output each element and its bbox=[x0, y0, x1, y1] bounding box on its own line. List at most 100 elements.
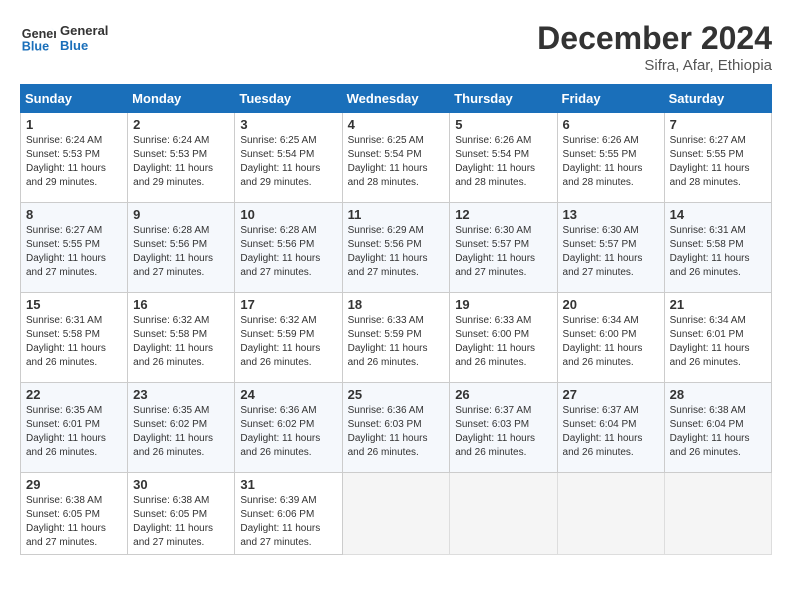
cell-content: Sunrise: 6:32 AM Sunset: 5:59 PM Dayligh… bbox=[240, 314, 336, 370]
calendar-cell: 15 Sunrise: 6:31 AM Sunset: 5:58 PM Dayl… bbox=[21, 293, 128, 383]
calendar-header-row: SundayMondayTuesdayWednesdayThursdayFrid… bbox=[21, 85, 772, 113]
day-number: 20 bbox=[563, 297, 659, 312]
day-number: 23 bbox=[133, 387, 229, 402]
calendar-week-row: 29 Sunrise: 6:38 AM Sunset: 6:05 PM Dayl… bbox=[21, 473, 772, 555]
cell-content: Sunrise: 6:38 AM Sunset: 6:05 PM Dayligh… bbox=[133, 494, 229, 550]
cell-content: Sunrise: 6:31 AM Sunset: 5:58 PM Dayligh… bbox=[670, 224, 766, 280]
calendar-cell: 6 Sunrise: 6:26 AM Sunset: 5:55 PM Dayli… bbox=[557, 113, 664, 203]
calendar-cell: 19 Sunrise: 6:33 AM Sunset: 6:00 PM Dayl… bbox=[450, 293, 557, 383]
day-number: 3 bbox=[240, 117, 336, 132]
cell-content: Sunrise: 6:37 AM Sunset: 6:03 PM Dayligh… bbox=[455, 404, 551, 460]
cell-content: Sunrise: 6:31 AM Sunset: 5:58 PM Dayligh… bbox=[26, 314, 122, 370]
calendar-cell: 4 Sunrise: 6:25 AM Sunset: 5:54 PM Dayli… bbox=[342, 113, 450, 203]
day-number: 12 bbox=[455, 207, 551, 222]
calendar-cell: 29 Sunrise: 6:38 AM Sunset: 6:05 PM Dayl… bbox=[21, 473, 128, 555]
calendar-cell: 18 Sunrise: 6:33 AM Sunset: 5:59 PM Dayl… bbox=[342, 293, 450, 383]
title-block: December 2024 Sifra, Afar, Ethiopia bbox=[537, 20, 772, 74]
weekday-header: Saturday bbox=[664, 85, 771, 113]
day-number: 26 bbox=[455, 387, 551, 402]
location-subtitle: Sifra, Afar, Ethiopia bbox=[537, 57, 772, 74]
calendar-cell: 8 Sunrise: 6:27 AM Sunset: 5:55 PM Dayli… bbox=[21, 203, 128, 293]
cell-content: Sunrise: 6:30 AM Sunset: 5:57 PM Dayligh… bbox=[455, 224, 551, 280]
calendar-cell: 16 Sunrise: 6:32 AM Sunset: 5:58 PM Dayl… bbox=[128, 293, 235, 383]
cell-content: Sunrise: 6:28 AM Sunset: 5:56 PM Dayligh… bbox=[240, 224, 336, 280]
day-number: 1 bbox=[26, 117, 122, 132]
day-number: 13 bbox=[563, 207, 659, 222]
calendar-week-row: 15 Sunrise: 6:31 AM Sunset: 5:58 PM Dayl… bbox=[21, 293, 772, 383]
day-number: 7 bbox=[670, 117, 766, 132]
day-number: 5 bbox=[455, 117, 551, 132]
logo-icon: General Blue bbox=[20, 20, 56, 56]
calendar-cell: 28 Sunrise: 6:38 AM Sunset: 6:04 PM Dayl… bbox=[664, 383, 771, 473]
cell-content: Sunrise: 6:33 AM Sunset: 6:00 PM Dayligh… bbox=[455, 314, 551, 370]
calendar-cell: 23 Sunrise: 6:35 AM Sunset: 6:02 PM Dayl… bbox=[128, 383, 235, 473]
day-number: 15 bbox=[26, 297, 122, 312]
cell-content: Sunrise: 6:25 AM Sunset: 5:54 PM Dayligh… bbox=[240, 134, 336, 190]
calendar-cell: 31 Sunrise: 6:39 AM Sunset: 6:06 PM Dayl… bbox=[235, 473, 342, 555]
calendar-week-row: 22 Sunrise: 6:35 AM Sunset: 6:01 PM Dayl… bbox=[21, 383, 772, 473]
cell-content: Sunrise: 6:24 AM Sunset: 5:53 PM Dayligh… bbox=[133, 134, 229, 190]
logo-blue: Blue bbox=[60, 38, 108, 53]
cell-content: Sunrise: 6:25 AM Sunset: 5:54 PM Dayligh… bbox=[348, 134, 445, 190]
day-number: 14 bbox=[670, 207, 766, 222]
day-number: 30 bbox=[133, 477, 229, 492]
calendar-cell: 5 Sunrise: 6:26 AM Sunset: 5:54 PM Dayli… bbox=[450, 113, 557, 203]
cell-content: Sunrise: 6:36 AM Sunset: 6:02 PM Dayligh… bbox=[240, 404, 336, 460]
day-number: 9 bbox=[133, 207, 229, 222]
day-number: 28 bbox=[670, 387, 766, 402]
weekday-header: Tuesday bbox=[235, 85, 342, 113]
calendar-cell: 14 Sunrise: 6:31 AM Sunset: 5:58 PM Dayl… bbox=[664, 203, 771, 293]
cell-content: Sunrise: 6:34 AM Sunset: 6:01 PM Dayligh… bbox=[670, 314, 766, 370]
calendar-cell: 24 Sunrise: 6:36 AM Sunset: 6:02 PM Dayl… bbox=[235, 383, 342, 473]
calendar-cell: 2 Sunrise: 6:24 AM Sunset: 5:53 PM Dayli… bbox=[128, 113, 235, 203]
day-number: 29 bbox=[26, 477, 122, 492]
calendar-cell: 22 Sunrise: 6:35 AM Sunset: 6:01 PM Dayl… bbox=[21, 383, 128, 473]
day-number: 24 bbox=[240, 387, 336, 402]
cell-content: Sunrise: 6:26 AM Sunset: 5:55 PM Dayligh… bbox=[563, 134, 659, 190]
month-title: December 2024 bbox=[537, 20, 772, 57]
day-number: 2 bbox=[133, 117, 229, 132]
weekday-header: Wednesday bbox=[342, 85, 450, 113]
cell-content: Sunrise: 6:36 AM Sunset: 6:03 PM Dayligh… bbox=[348, 404, 445, 460]
cell-content: Sunrise: 6:38 AM Sunset: 6:04 PM Dayligh… bbox=[670, 404, 766, 460]
day-number: 11 bbox=[348, 207, 445, 222]
calendar-week-row: 8 Sunrise: 6:27 AM Sunset: 5:55 PM Dayli… bbox=[21, 203, 772, 293]
calendar-cell bbox=[450, 473, 557, 555]
day-number: 18 bbox=[348, 297, 445, 312]
calendar-cell: 27 Sunrise: 6:37 AM Sunset: 6:04 PM Dayl… bbox=[557, 383, 664, 473]
cell-content: Sunrise: 6:30 AM Sunset: 5:57 PM Dayligh… bbox=[563, 224, 659, 280]
calendar-cell: 25 Sunrise: 6:36 AM Sunset: 6:03 PM Dayl… bbox=[342, 383, 450, 473]
day-number: 4 bbox=[348, 117, 445, 132]
day-number: 25 bbox=[348, 387, 445, 402]
day-number: 16 bbox=[133, 297, 229, 312]
calendar-cell: 12 Sunrise: 6:30 AM Sunset: 5:57 PM Dayl… bbox=[450, 203, 557, 293]
cell-content: Sunrise: 6:27 AM Sunset: 5:55 PM Dayligh… bbox=[670, 134, 766, 190]
weekday-header: Thursday bbox=[450, 85, 557, 113]
svg-text:Blue: Blue bbox=[22, 40, 49, 54]
calendar-cell: 7 Sunrise: 6:27 AM Sunset: 5:55 PM Dayli… bbox=[664, 113, 771, 203]
day-number: 27 bbox=[563, 387, 659, 402]
day-number: 31 bbox=[240, 477, 336, 492]
cell-content: Sunrise: 6:29 AM Sunset: 5:56 PM Dayligh… bbox=[348, 224, 445, 280]
logo-general: General bbox=[60, 23, 108, 38]
day-number: 6 bbox=[563, 117, 659, 132]
calendar-cell: 17 Sunrise: 6:32 AM Sunset: 5:59 PM Dayl… bbox=[235, 293, 342, 383]
calendar-cell: 26 Sunrise: 6:37 AM Sunset: 6:03 PM Dayl… bbox=[450, 383, 557, 473]
calendar-week-row: 1 Sunrise: 6:24 AM Sunset: 5:53 PM Dayli… bbox=[21, 113, 772, 203]
calendar-cell: 13 Sunrise: 6:30 AM Sunset: 5:57 PM Dayl… bbox=[557, 203, 664, 293]
calendar-cell bbox=[342, 473, 450, 555]
cell-content: Sunrise: 6:37 AM Sunset: 6:04 PM Dayligh… bbox=[563, 404, 659, 460]
weekday-header: Sunday bbox=[21, 85, 128, 113]
cell-content: Sunrise: 6:24 AM Sunset: 5:53 PM Dayligh… bbox=[26, 134, 122, 190]
calendar-table: SundayMondayTuesdayWednesdayThursdayFrid… bbox=[20, 84, 772, 555]
cell-content: Sunrise: 6:34 AM Sunset: 6:00 PM Dayligh… bbox=[563, 314, 659, 370]
cell-content: Sunrise: 6:28 AM Sunset: 5:56 PM Dayligh… bbox=[133, 224, 229, 280]
calendar-cell: 3 Sunrise: 6:25 AM Sunset: 5:54 PM Dayli… bbox=[235, 113, 342, 203]
day-number: 10 bbox=[240, 207, 336, 222]
day-number: 8 bbox=[26, 207, 122, 222]
calendar-cell: 21 Sunrise: 6:34 AM Sunset: 6:01 PM Dayl… bbox=[664, 293, 771, 383]
calendar-cell: 9 Sunrise: 6:28 AM Sunset: 5:56 PM Dayli… bbox=[128, 203, 235, 293]
calendar-cell: 20 Sunrise: 6:34 AM Sunset: 6:00 PM Dayl… bbox=[557, 293, 664, 383]
day-number: 19 bbox=[455, 297, 551, 312]
cell-content: Sunrise: 6:26 AM Sunset: 5:54 PM Dayligh… bbox=[455, 134, 551, 190]
